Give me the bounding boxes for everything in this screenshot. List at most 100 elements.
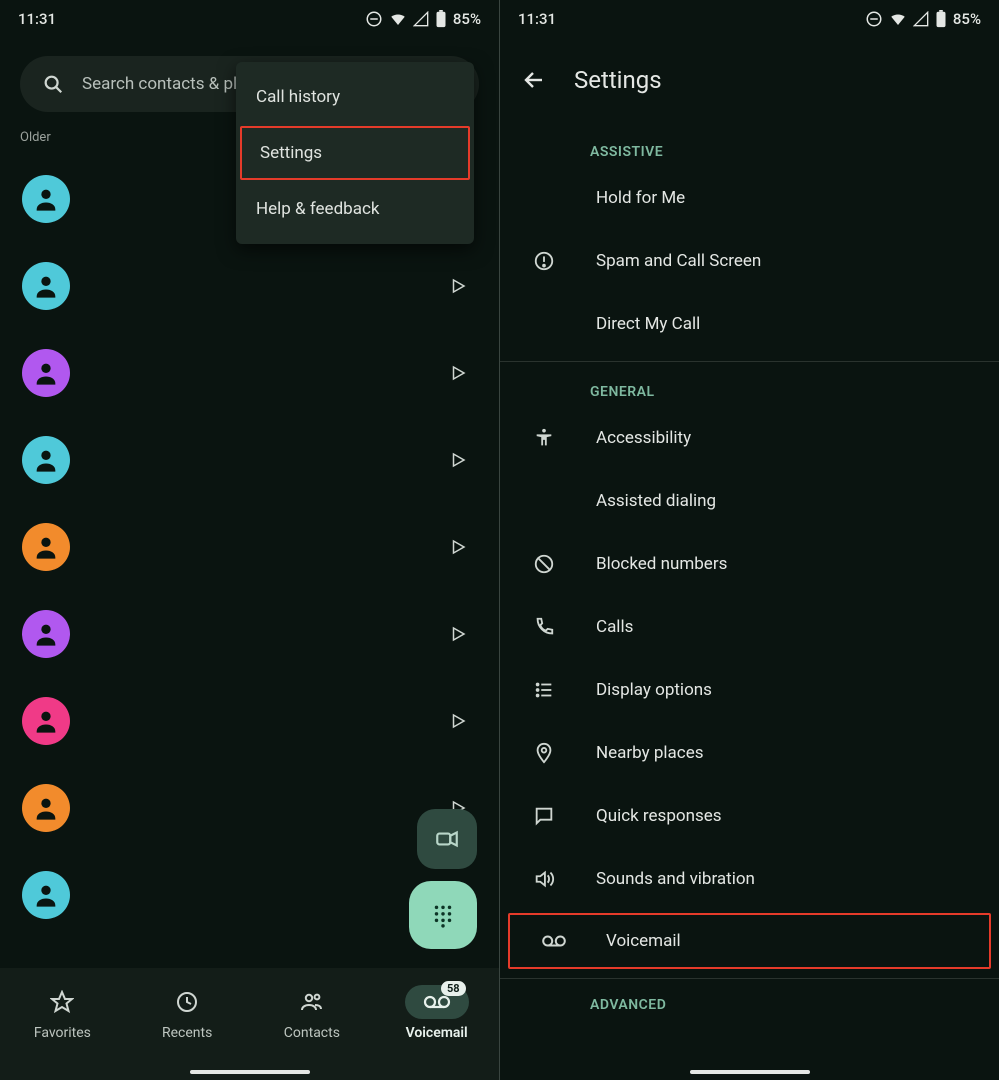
list-item[interactable] bbox=[0, 329, 499, 416]
setting-label: Voicemail bbox=[606, 931, 681, 951]
setting-blocked-numbers[interactable]: Blocked numbers bbox=[500, 532, 999, 595]
recents-screen: 11:31 85% Search contacts & pla Call his… bbox=[0, 0, 499, 1080]
dnd-icon bbox=[365, 10, 383, 28]
avatar[interactable] bbox=[22, 697, 70, 745]
setting-label: Sounds and vibration bbox=[596, 869, 755, 889]
status-time: 11:31 bbox=[518, 10, 556, 28]
location-icon bbox=[533, 742, 555, 764]
bottom-nav: Favorites Recents Contacts 58 Voicemail bbox=[0, 968, 499, 1080]
search-icon bbox=[42, 73, 64, 95]
section-general: GENERAL Accessibility Assisted dialing B… bbox=[500, 368, 999, 972]
section-assistive: ASSISTIVE Hold for Me Spam and Call Scre… bbox=[500, 112, 999, 355]
setting-spam-call-screen[interactable]: Spam and Call Screen bbox=[500, 229, 999, 292]
wifi-icon bbox=[889, 10, 907, 28]
settings-screen: 11:31 85% Settings ASSISTIVE Hold for Me… bbox=[500, 0, 999, 1080]
setting-calls[interactable]: Calls bbox=[500, 595, 999, 658]
section-title: ADVANCED bbox=[500, 987, 999, 1019]
status-time: 11:31 bbox=[18, 10, 56, 28]
nav-label: Favorites bbox=[34, 1025, 91, 1041]
setting-label: Nearby places bbox=[596, 743, 703, 763]
nav-label: Voicemail bbox=[406, 1025, 468, 1041]
play-icon[interactable] bbox=[449, 625, 467, 643]
people-icon bbox=[299, 990, 325, 1014]
setting-label: Accessibility bbox=[596, 428, 691, 448]
overflow-menu: Call history Settings Help & feedback bbox=[236, 62, 474, 244]
clock-icon bbox=[175, 990, 199, 1014]
nav-favorites[interactable]: Favorites bbox=[7, 985, 117, 1041]
nav-label: Recents bbox=[162, 1025, 212, 1041]
signal-icon bbox=[413, 11, 429, 27]
menu-help-feedback[interactable]: Help & feedback bbox=[236, 182, 474, 236]
page-title: Settings bbox=[574, 66, 662, 94]
avatar[interactable] bbox=[22, 871, 70, 919]
list-item[interactable] bbox=[0, 503, 499, 590]
block-icon bbox=[533, 553, 555, 575]
menu-settings[interactable]: Settings bbox=[240, 126, 470, 180]
avatar[interactable] bbox=[22, 436, 70, 484]
section-title: ASSISTIVE bbox=[500, 134, 999, 166]
speaker-icon bbox=[533, 868, 555, 890]
setting-label: Quick responses bbox=[596, 806, 722, 826]
list-item[interactable] bbox=[0, 242, 499, 329]
list-item[interactable] bbox=[0, 416, 499, 503]
list-item[interactable] bbox=[0, 677, 499, 764]
list-item[interactable] bbox=[0, 590, 499, 677]
setting-quick-responses[interactable]: Quick responses bbox=[500, 784, 999, 847]
dialpad-icon bbox=[430, 902, 456, 928]
divider bbox=[500, 361, 999, 362]
avatar[interactable] bbox=[22, 262, 70, 310]
play-icon[interactable] bbox=[449, 712, 467, 730]
star-icon bbox=[50, 990, 74, 1014]
nav-label: Contacts bbox=[284, 1025, 340, 1041]
setting-direct-my-call[interactable]: Direct My Call bbox=[500, 292, 999, 355]
avatar[interactable] bbox=[22, 349, 70, 397]
play-icon[interactable] bbox=[449, 538, 467, 556]
setting-label: Calls bbox=[596, 617, 633, 637]
setting-assisted-dialing[interactable]: Assisted dialing bbox=[500, 469, 999, 532]
home-indicator[interactable] bbox=[190, 1070, 310, 1074]
voicemail-icon bbox=[541, 932, 567, 950]
status-bar: 11:31 85% bbox=[0, 0, 499, 38]
battery-icon bbox=[935, 10, 947, 28]
dnd-icon bbox=[865, 10, 883, 28]
phone-icon bbox=[533, 616, 555, 638]
setting-display-options[interactable]: Display options bbox=[500, 658, 999, 721]
video-fab[interactable] bbox=[417, 809, 477, 869]
setting-label: Display options bbox=[596, 680, 712, 700]
wifi-icon bbox=[389, 10, 407, 28]
search-placeholder: Search contacts & pla bbox=[82, 74, 246, 94]
settings-header: Settings bbox=[500, 38, 999, 112]
setting-accessibility[interactable]: Accessibility bbox=[500, 406, 999, 469]
voicemail-badge: 58 bbox=[441, 981, 466, 996]
play-icon[interactable] bbox=[449, 277, 467, 295]
chat-icon bbox=[533, 805, 555, 827]
setting-hold-for-me[interactable]: Hold for Me bbox=[500, 166, 999, 229]
section-advanced: ADVANCED bbox=[500, 985, 999, 1019]
setting-label: Hold for Me bbox=[596, 188, 685, 208]
video-icon bbox=[434, 826, 460, 852]
setting-label: Assisted dialing bbox=[596, 491, 716, 511]
signal-icon bbox=[913, 11, 929, 27]
setting-label: Direct My Call bbox=[596, 314, 700, 334]
nav-contacts[interactable]: Contacts bbox=[257, 985, 367, 1041]
divider bbox=[500, 978, 999, 979]
nav-recents[interactable]: Recents bbox=[132, 985, 242, 1041]
menu-call-history[interactable]: Call history bbox=[236, 70, 474, 124]
home-indicator[interactable] bbox=[690, 1070, 810, 1074]
play-icon[interactable] bbox=[449, 451, 467, 469]
avatar[interactable] bbox=[22, 610, 70, 658]
avatar[interactable] bbox=[22, 175, 70, 223]
nav-voicemail[interactable]: 58 Voicemail bbox=[382, 985, 492, 1041]
section-title: GENERAL bbox=[500, 374, 999, 406]
setting-label: Spam and Call Screen bbox=[596, 251, 761, 271]
avatar[interactable] bbox=[22, 784, 70, 832]
setting-voicemail[interactable]: Voicemail bbox=[508, 913, 991, 969]
dialpad-fab[interactable] bbox=[409, 881, 477, 949]
setting-sounds-vibration[interactable]: Sounds and vibration bbox=[500, 847, 999, 910]
battery-percent: 85% bbox=[453, 10, 481, 28]
avatar[interactable] bbox=[22, 523, 70, 571]
setting-nearby-places[interactable]: Nearby places bbox=[500, 721, 999, 784]
battery-icon bbox=[435, 10, 447, 28]
back-arrow-icon[interactable] bbox=[522, 68, 546, 92]
play-icon[interactable] bbox=[449, 364, 467, 382]
